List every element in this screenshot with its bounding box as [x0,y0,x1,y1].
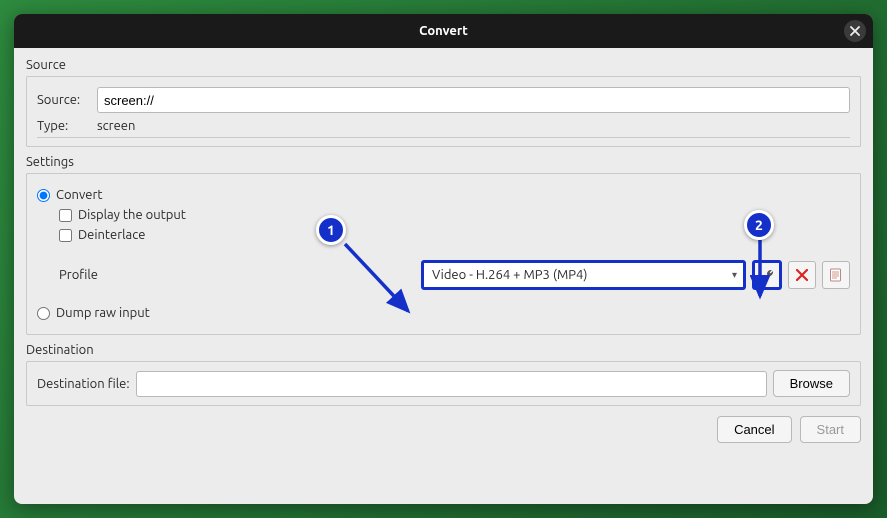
annotation-badge-1: 1 [316,215,346,245]
deinterlace-label: Deinterlace [78,228,145,242]
delete-icon [796,269,808,281]
convert-radio-label: Convert [56,188,103,202]
browse-button[interactable]: Browse [773,370,850,397]
convert-radio[interactable]: Convert [37,188,850,202]
settings-frame: Convert Display the output Deinterlace P… [26,173,861,335]
dump-raw-radio-input[interactable] [37,307,50,320]
destination-frame: Destination file: Browse [26,361,861,406]
destination-file-label: Destination file: [37,377,130,391]
profile-label: Profile [59,268,109,282]
source-label: Source: [37,93,89,107]
start-button[interactable]: Start [800,416,861,443]
type-value: screen [97,119,135,133]
annotation-badge-2: 2 [744,210,774,240]
dialog-footer: Cancel Start [26,416,861,443]
display-output-label: Display the output [78,208,186,222]
display-output-checkbox-input[interactable] [59,209,72,222]
wrench-icon [760,268,775,283]
edit-profile-button[interactable] [752,260,782,290]
close-icon [850,26,860,36]
window-title: Convert [419,24,468,38]
dialog-content: Source Source: Type: screen Settings Con… [14,48,873,504]
deinterlace-checkbox-input[interactable] [59,229,72,242]
type-label: Type: [37,119,89,133]
cancel-button[interactable]: Cancel [717,416,791,443]
source-section-label: Source [26,58,861,72]
source-input[interactable] [97,87,850,113]
display-output-checkbox[interactable]: Display the output [59,208,850,222]
settings-section-label: Settings [26,155,861,169]
dump-raw-label: Dump raw input [56,306,150,320]
delete-profile-button[interactable] [788,261,816,289]
close-button[interactable] [844,20,866,42]
dump-raw-radio[interactable]: Dump raw input [37,306,850,320]
cancel-button-label: Cancel [734,422,774,437]
titlebar: Convert [14,14,873,48]
new-profile-button[interactable] [822,261,850,289]
convert-dialog: Convert Source Source: Type: screen Sett… [14,14,873,504]
profile-row: Profile Video - H.264 + MP3 (MP4) ▾ [59,260,850,290]
profile-select[interactable]: Video - H.264 + MP3 (MP4) ▾ [421,260,746,290]
destination-file-input[interactable] [136,371,767,397]
divider [37,137,850,138]
source-frame: Source: Type: screen [26,76,861,147]
profile-select-value: Video - H.264 + MP3 (MP4) [432,268,587,282]
new-profile-icon [829,268,843,282]
convert-radio-input[interactable] [37,189,50,202]
chevron-down-icon: ▾ [732,269,737,281]
deinterlace-checkbox[interactable]: Deinterlace [59,228,850,242]
destination-section-label: Destination [26,343,861,357]
